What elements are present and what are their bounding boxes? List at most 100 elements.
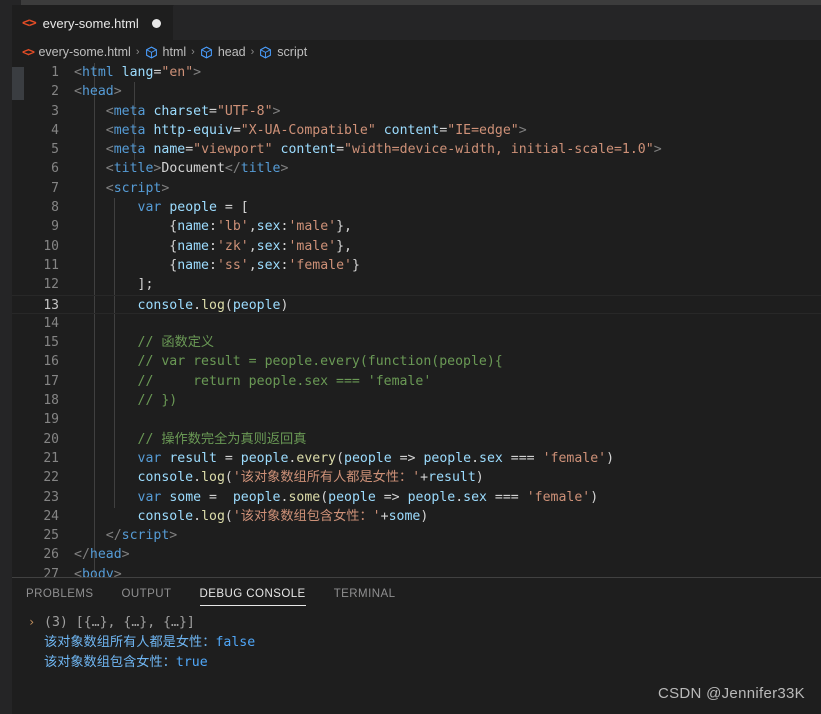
code-line[interactable]: 12 ]; (12, 275, 821, 294)
line-number: 21 (43, 450, 59, 466)
breadcrumb-item-head[interactable]: head (200, 45, 246, 59)
code-token: < (74, 65, 82, 80)
code-line[interactable]: 2 <head> (12, 82, 821, 101)
code-token: : (208, 219, 217, 235)
code-line[interactable]: 20 // 操作数完全为真则返回真 (12, 430, 821, 449)
code-line-text: <html lang="en"> (74, 63, 201, 82)
panel-tab-problems[interactable]: PROBLEMS (26, 588, 94, 604)
breadcrumb-item-script[interactable]: script (259, 45, 307, 59)
code-token: "en" (161, 65, 194, 80)
console-line[interactable]: 该对象数组所有人都是女性：false (26, 633, 821, 653)
editor-scroll-decoration (12, 67, 24, 100)
code-token: console (137, 297, 194, 313)
code-line[interactable]: 27 <body> (12, 565, 821, 577)
breadcrumb-separator: › (135, 45, 140, 58)
code-line[interactable]: 10 {name:'zk',sex:'male'}, (12, 237, 821, 256)
code-line[interactable]: 21 var result = people.every(people => p… (12, 449, 821, 468)
code-line[interactable]: 23 var some = people.some(people => peop… (12, 488, 821, 507)
code-line[interactable]: 11 {name:'ss',sex:'female'} (12, 256, 821, 275)
code-token: > (518, 122, 527, 138)
code-line[interactable]: 13 console.log(people) (12, 294, 821, 314)
code-token: + (420, 470, 429, 486)
panel-tab-debug-console[interactable]: DEBUG CONSOLE (199, 588, 306, 606)
code-token: = [ (216, 200, 249, 216)
code-token: name (177, 238, 209, 254)
line-number: 14 (43, 315, 59, 331)
code-line[interactable]: 18 // }) (12, 391, 821, 410)
activity-bar[interactable] (0, 5, 12, 714)
code-line[interactable]: 3 <meta charset="UTF-8"> (12, 102, 821, 121)
code-token: { (74, 238, 178, 254)
console-text: false (215, 635, 256, 650)
code-line-text: {name:'ss',sex:'female'} (74, 256, 360, 275)
code-editor[interactable]: 1 <html lang="en"> 2 <head> 3 <meta charset=… (12, 63, 821, 577)
code-token: // }) (137, 393, 178, 409)
code-line[interactable]: 24 console.log('该对象数组包含女性：'+some) (12, 507, 821, 526)
code-token: ) (420, 508, 429, 524)
code-token: body (81, 566, 114, 577)
code-token: console (137, 470, 194, 486)
code-line[interactable]: 1 <html lang="en"> (12, 63, 821, 82)
code-token: // 操作数完全为真则返回真 (137, 431, 307, 447)
code-line-text: <meta charset="UTF-8"> (74, 102, 281, 121)
code-token: "IE=edge" (447, 122, 519, 138)
code-line[interactable]: 6 <title>Document</title> (12, 159, 821, 178)
code-line[interactable]: 26 </head> (12, 545, 821, 564)
code-line[interactable]: 15 // 函数定义 (12, 333, 821, 352)
code-line[interactable]: 9 {name:'lb',sex:'male'}, (12, 217, 821, 236)
code-line-text: {name:'zk',sex:'male'}, (74, 237, 352, 256)
console-text: 该对象数组包含女性： (44, 655, 176, 670)
editor-tab-every-some-html[interactable]: <> every-some.html (12, 5, 174, 40)
code-line[interactable]: 22 console.log('该对象数组所有人都是女性：'+result) (12, 468, 821, 487)
code-line[interactable]: 19 (12, 410, 821, 429)
panel-tab-terminal[interactable]: TERMINAL (334, 588, 396, 604)
code-token: "viewport" (193, 142, 273, 158)
line-number: 9 (51, 219, 59, 235)
code-line[interactable]: 25 </script> (12, 526, 821, 545)
line-number: 11 (43, 257, 59, 273)
unsaved-changes-dot[interactable] (151, 18, 161, 28)
code-token: === (486, 489, 527, 505)
debug-console-output[interactable]: › (3) [{…}, {…}, {…}] 该对象数组所有人都是女性：false 该对… (12, 613, 821, 673)
code-token: people (169, 200, 217, 216)
code-token: ) (475, 470, 484, 486)
breadcrumb[interactable]: <> every-some.html › html › head › script (12, 40, 821, 63)
code-token: > (169, 528, 178, 544)
code-token: // var result = people.every(function(pe… (137, 354, 503, 370)
breadcrumb-item-every-some-html[interactable]: <> every-some.html (22, 45, 131, 59)
code-token: ( (224, 508, 233, 524)
code-line-text: console.log('该对象数组所有人都是女性：'+result) (74, 468, 484, 487)
line-number: 24 (43, 508, 59, 524)
code-token: </ (74, 547, 90, 563)
code-token: log (201, 508, 225, 524)
code-line[interactable]: 16 // var result = people.every(function… (12, 352, 821, 371)
console-line[interactable]: 该对象数组包含女性：true (26, 653, 821, 673)
code-line[interactable]: 14 (12, 314, 821, 333)
code-line[interactable]: 5 <meta name="viewport" content="width=d… (12, 140, 821, 159)
code-token: > (113, 566, 122, 577)
code-line[interactable]: 17 // return people.sex === 'female' (12, 372, 821, 391)
code-line[interactable]: 7 <script> (12, 179, 821, 198)
code-token: < (105, 180, 114, 196)
expand-chevron-icon[interactable]: › (28, 612, 35, 632)
code-token: result (428, 470, 476, 486)
code-token: { (74, 257, 178, 273)
panel-tab-output[interactable]: OUTPUT (122, 588, 172, 604)
breadcrumb-item-html[interactable]: html (145, 45, 186, 59)
html-file-icon: <> (22, 44, 35, 59)
console-line[interactable]: › (3) [{…}, {…}, {…}] (26, 613, 821, 633)
code-token: people (232, 297, 281, 313)
code-token: > (280, 161, 289, 177)
code-token: log (201, 297, 225, 313)
code-line[interactable]: 8 var people = [ (12, 198, 821, 217)
code-token: people (344, 450, 392, 466)
code-token: ( (224, 470, 233, 486)
line-number: 5 (51, 142, 59, 158)
code-line[interactable]: 4 <meta http-equiv="X-UA-Compatible" con… (12, 121, 821, 140)
code-token: 'female' (288, 257, 352, 273)
